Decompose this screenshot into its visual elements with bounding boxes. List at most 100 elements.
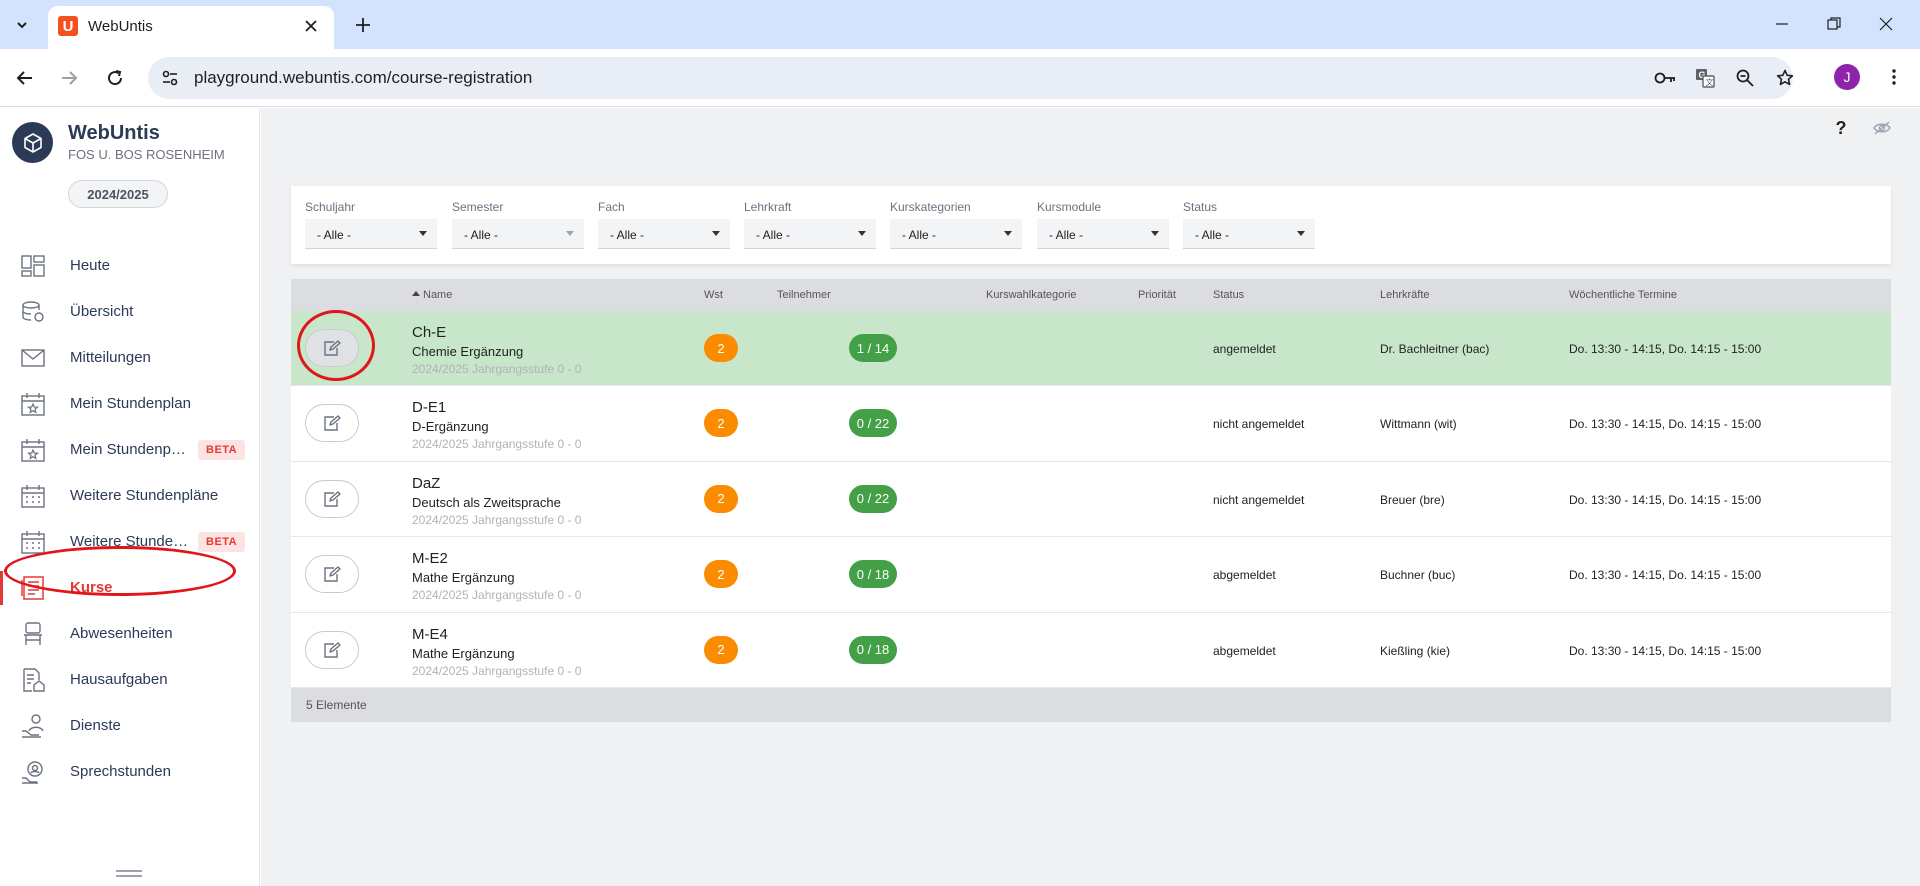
edit-icon	[324, 491, 341, 507]
sidebar-item-label: Übersicht	[70, 303, 134, 320]
profile-avatar[interactable]: J	[1834, 64, 1860, 90]
sidebar: WebUntis FOS U. BOS ROSENHEIM 2024/2025 …	[0, 108, 260, 886]
filter-value: - Alle -	[317, 228, 352, 242]
chevron-down-icon	[17, 22, 27, 29]
sidebar-item-kurse[interactable]: Kurse	[0, 565, 260, 611]
school-year-selector[interactable]: 2024/2025	[68, 180, 168, 208]
filter-label: Fach	[598, 200, 625, 214]
sidebar-item-mein-stundenplan-beta[interactable]: Mein Stundenp… BETA	[0, 427, 260, 473]
filter-value: - Alle -	[756, 228, 791, 242]
column-header-participants[interactable]: Teilnehmer	[777, 289, 831, 301]
bookmark-button[interactable]	[1772, 66, 1798, 90]
help-button[interactable]: ?	[1829, 116, 1853, 140]
site-info-button[interactable]	[158, 66, 182, 90]
caret-down-icon	[419, 231, 427, 236]
table-row[interactable]: D-E1 D-Ergänzung 2024/2025 Jahrgangsstuf…	[291, 386, 1891, 462]
new-tab-button[interactable]	[350, 12, 376, 38]
translate-button[interactable]: G文	[1692, 66, 1718, 90]
webuntis-favicon-icon: U	[58, 16, 78, 36]
sort-ascending-icon	[412, 291, 420, 296]
filter-label: Status	[1183, 200, 1218, 214]
browser-menu-button[interactable]	[1880, 63, 1908, 91]
weekly-times: Do. 13:30 - 14:15, Do. 14:15 - 15:00	[1569, 342, 1762, 356]
caret-down-icon	[712, 231, 720, 236]
password-key-button[interactable]	[1652, 66, 1678, 90]
plus-icon	[356, 18, 370, 32]
sidebar-item-sprechstunden[interactable]: Sprechstunden	[0, 749, 260, 795]
browser-tab[interactable]: U WebUntis	[48, 6, 334, 49]
filter-label: Kurskategorien	[890, 200, 971, 214]
sidebar-item-mitteilungen[interactable]: Mitteilungen	[0, 335, 260, 381]
sidebar-item-heute[interactable]: Heute	[0, 243, 260, 289]
column-header-priority[interactable]: Priorität	[1138, 289, 1176, 301]
filter-schuljahr-select[interactable]: - Alle -	[305, 219, 437, 249]
url-text[interactable]: playground.webuntis.com/course-registrat…	[194, 68, 532, 88]
course-code: DaZ	[412, 474, 441, 492]
filter-schuljahr: Schuljahr - Alle -	[305, 200, 437, 249]
edit-icon	[324, 566, 341, 582]
forward-button[interactable]	[54, 63, 84, 93]
edit-registration-button[interactable]	[305, 404, 359, 443]
column-header-teachers[interactable]: Lehrkräfte	[1380, 289, 1430, 301]
reload-button[interactable]	[100, 63, 130, 93]
restore-icon	[1827, 17, 1841, 30]
column-header-name[interactable]: Name	[412, 289, 452, 301]
tab-close-button[interactable]	[300, 15, 322, 37]
filter-kurskategorien-select[interactable]: - Alle -	[890, 219, 1022, 249]
column-header-category[interactable]: Kurswahlkategorie	[986, 289, 1077, 301]
homework-icon	[20, 668, 46, 692]
column-header-weekly[interactable]: Wöchentliche Termine	[1569, 289, 1677, 301]
filter-fach-select[interactable]: - Alle -	[598, 219, 730, 249]
edit-icon	[324, 340, 341, 356]
sidebar-resize-handle[interactable]	[116, 870, 142, 878]
webuntis-logo[interactable]	[12, 122, 53, 163]
column-header-status[interactable]: Status	[1213, 289, 1244, 301]
edit-registration-button[interactable]	[305, 479, 359, 518]
registration-status: nicht angemeldet	[1213, 417, 1305, 432]
visibility-toggle-button[interactable]	[1871, 118, 1893, 138]
filter-status-select[interactable]: - Alle -	[1183, 219, 1315, 249]
sidebar-item-label: Weitere Stundenpläne	[70, 487, 219, 504]
close-window-button[interactable]	[1866, 8, 1906, 40]
sidebar-item-weitere-stundenplaene-beta[interactable]: Weitere Stunde… BETA	[0, 519, 260, 565]
filter-value: - Alle -	[902, 228, 937, 242]
participants-badge: 1 / 14	[849, 334, 897, 362]
filter-kursmodule-select[interactable]: - Alle -	[1037, 219, 1169, 249]
sidebar-item-weitere-stundenplaene[interactable]: Weitere Stundenpläne	[0, 473, 260, 519]
table-row[interactable]: Ch-E Chemie Ergänzung 2024/2025 Jahrgang…	[291, 311, 1891, 387]
table-row[interactable]: M-E2 Mathe Ergänzung 2024/2025 Jahrgangs…	[291, 537, 1891, 613]
course-code: D-E1	[412, 399, 447, 417]
filter-kurskategorien: Kurskategorien - Alle -	[890, 200, 1022, 249]
edit-registration-button[interactable]	[305, 329, 359, 367]
table-row[interactable]: M-E4 Mathe Ergänzung 2024/2025 Jahrgangs…	[291, 612, 1891, 688]
sidebar-item-mein-stundenplan[interactable]: Mein Stundenplan	[0, 381, 260, 427]
weekly-times: Do. 13:30 - 14:15, Do. 14:15 - 15:00	[1569, 643, 1762, 658]
zoom-button[interactable]	[1732, 66, 1758, 90]
course-code: M-E4	[412, 625, 448, 643]
filter-semester: Semester - Alle -	[452, 200, 584, 249]
table-row[interactable]: DaZ Deutsch als Zweitsprache 2024/2025 J…	[291, 461, 1891, 538]
tab-search-button[interactable]	[8, 11, 36, 39]
teacher-name: Kießling (kie)	[1380, 643, 1451, 658]
caret-down-icon	[858, 231, 866, 236]
sidebar-item-dienste[interactable]: Dienste	[0, 703, 260, 749]
eye-off-icon	[1873, 121, 1891, 135]
teacher-name: Buchner (buc)	[1380, 568, 1456, 583]
column-header-wst[interactable]: Wst	[704, 289, 723, 301]
address-bar[interactable]: playground.webuntis.com/course-registrat…	[148, 57, 1794, 99]
dashboard-icon	[20, 254, 46, 278]
minimize-button[interactable]	[1762, 8, 1802, 40]
registration-status: abgemeldet	[1213, 568, 1276, 583]
tab-title: WebUntis	[88, 18, 153, 35]
filter-lehrkraft-select[interactable]: - Alle -	[744, 219, 876, 249]
restore-button[interactable]	[1814, 8, 1854, 40]
person-hand-icon	[20, 714, 46, 738]
filter-semester-select[interactable]: - Alle -	[452, 219, 584, 249]
edit-registration-button[interactable]	[305, 630, 359, 669]
sidebar-item-hausaufgaben[interactable]: Hausaufgaben	[0, 657, 260, 703]
edit-registration-button[interactable]	[305, 555, 359, 594]
filter-value: - Alle -	[610, 228, 645, 242]
sidebar-item-abwesenheiten[interactable]: Abwesenheiten	[0, 611, 260, 657]
back-button[interactable]	[10, 63, 40, 93]
sidebar-item-uebersicht[interactable]: Übersicht	[0, 289, 260, 335]
